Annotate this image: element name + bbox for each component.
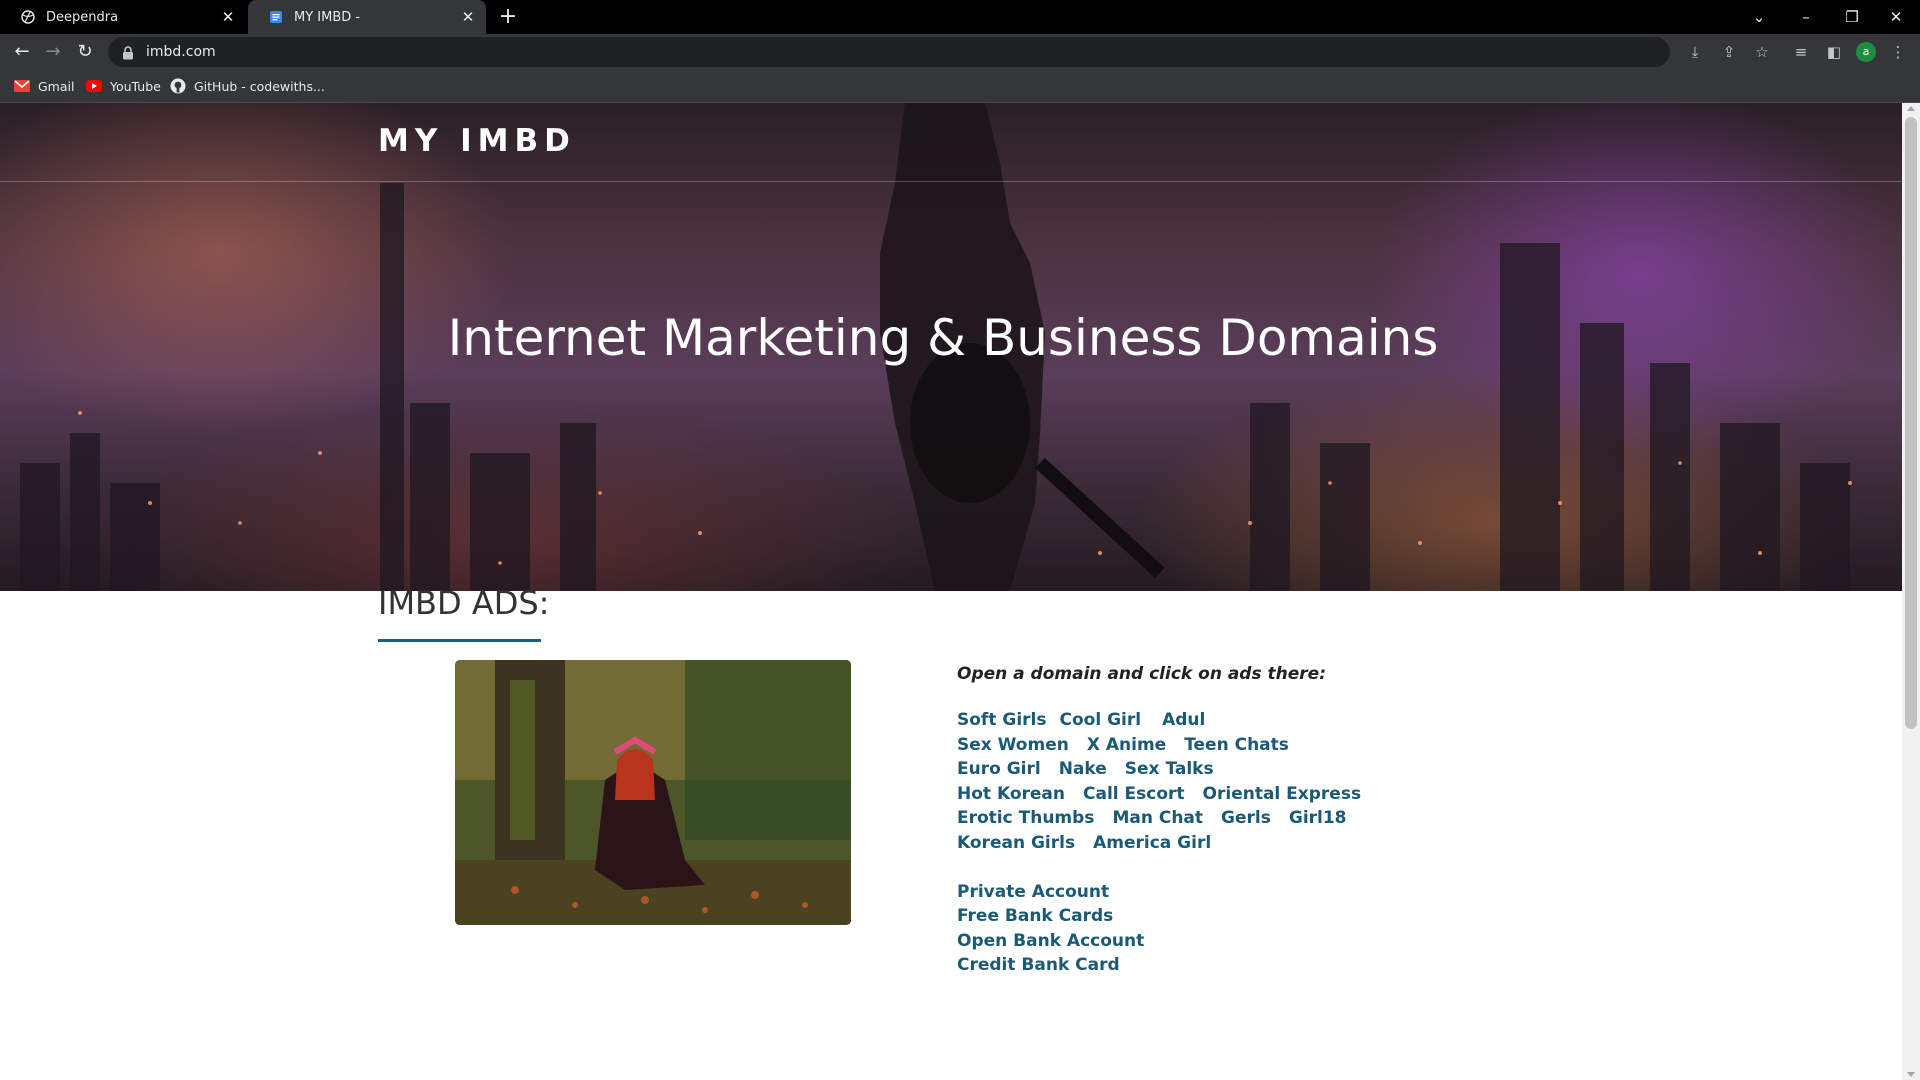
ad-link[interactable]: Call Escort [1083,784,1185,804]
web-page: MY IMBD Internet Marketing & Business Do… [0,103,1902,1080]
ad-link[interactable]: Nake [1059,759,1107,779]
reload-icon[interactable]: ↻ [71,38,99,66]
link-row: Open Bank Account [957,931,1517,956]
ad-link[interactable]: Soft Girls [957,710,1046,730]
side-panel-icon[interactable]: ◧ [1823,41,1845,63]
ad-link[interactable]: America Girl [1093,833,1211,853]
link-row: Sex Women X Anime Teen Chats [957,735,1517,760]
account-link[interactable]: Credit Bank Card [957,955,1120,975]
media-icon[interactable]: ≡ [1790,41,1812,63]
ad-link[interactable]: Man Chat [1112,808,1203,828]
hero-banner: MY IMBD Internet Marketing & Business Do… [0,103,1902,591]
link-row: Credit Bank Card [957,955,1517,980]
tab-strip: Deependra ✕ MY IMBD - ✕ + ⌄ – ❐ ✕ [0,0,1920,34]
link-row: Private Account [957,882,1517,907]
bookmark-youtube[interactable]: YouTube [86,77,161,95]
link-row: Soft Girls Cool Girl Adul [957,710,1517,735]
scroll-down-icon[interactable] [1907,1072,1915,1077]
tab-my-imbd[interactable]: MY IMBD - ✕ [248,0,486,34]
install-icon[interactable]: ⤓ [1684,41,1706,63]
close-tab-icon[interactable]: ✕ [220,9,236,25]
tab-title: Deependra [46,9,119,25]
ad-link[interactable]: Sex Talks [1125,759,1214,779]
address-bar[interactable]: imbd.com [108,37,1670,67]
github-icon [170,78,186,94]
bookmark-label: GitHub - codewiths... [194,78,325,94]
ad-link[interactable]: Gerls [1221,808,1271,828]
globe-icon [20,9,36,25]
ad-link[interactable]: Sex Women [957,735,1069,755]
browser-window: Deependra ✕ MY IMBD - ✕ + ⌄ – ❐ ✕ ← → ↻ … [0,0,1920,1080]
bookmark-label: Gmail [38,78,75,94]
ad-link[interactable]: Teen Chats [1184,735,1289,755]
forest-woman-image [455,660,851,925]
link-row: Euro Girl Nake Sex Talks [957,759,1517,784]
link-row: Free Bank Cards [957,906,1517,931]
ad-link[interactable]: Erotic Thumbs [957,808,1094,828]
new-tab-button[interactable]: + [496,6,520,28]
ad-links: Soft Girls Cool Girl Adul Sex Women X Anime… [957,710,1517,980]
bookmark-github[interactable]: GitHub - codewiths... [170,77,325,95]
ad-photo [455,660,851,925]
bookmark-label: YouTube [110,78,161,94]
account-link[interactable]: Open Bank Account [957,931,1144,951]
ad-link[interactable]: Hot Korean [957,784,1065,804]
section-title: IMBD ADS: [378,584,550,622]
scroll-up-icon[interactable] [1907,106,1915,111]
hero-headline: Internet Marketing & Business Domains [447,309,1439,367]
ad-link[interactable]: Cool Girl [1059,710,1141,730]
gmail-icon [14,78,30,94]
close-tab-icon[interactable]: ✕ [460,9,476,25]
ad-link[interactable]: Euro Girl [957,759,1041,779]
minimize-icon[interactable]: – [1792,4,1820,30]
ad-link[interactable]: Oriental Express [1203,784,1362,804]
close-window-icon[interactable]: ✕ [1882,4,1910,30]
document-icon [268,9,284,25]
site-logo[interactable]: MY IMBD [378,123,576,159]
ad-link[interactable]: Korean Girls [957,833,1075,853]
account-link[interactable]: Private Account [957,882,1109,902]
ad-link[interactable]: Adul [1162,710,1205,730]
browser-toolbar: ← → ↻ imbd.com ⤓ ⇪ ☆ ≡ ◧ a ⋮ [0,34,1920,70]
tab-search-icon[interactable]: ⌄ [1745,4,1773,30]
ad-link[interactable]: Girl18 [1289,808,1347,828]
profile-avatar[interactable]: a [1856,42,1876,62]
tab-title: MY IMBD - [294,9,361,25]
share-icon[interactable]: ⇪ [1718,41,1740,63]
intro-text: Open a domain and click on ads there: [957,664,1326,684]
page-scrollbar[interactable] [1902,103,1920,1080]
tab-deependra[interactable]: Deependra ✕ [0,0,246,34]
bookmark-star-icon[interactable]: ☆ [1751,41,1773,63]
back-icon[interactable]: ← [8,38,36,66]
bookmarks-bar: Gmail YouTube GitHub - codewiths... [0,70,1920,103]
scroll-thumb[interactable] [1905,117,1917,729]
url-text: imbd.com [146,44,216,60]
ad-link[interactable]: X Anime [1087,735,1166,755]
menu-icon[interactable]: ⋮ [1887,41,1909,63]
link-row: Erotic Thumbs Man Chat Gerls Girl18 [957,808,1517,833]
youtube-icon [86,78,102,94]
account-link[interactable]: Free Bank Cards [957,906,1113,926]
header-divider [0,181,1902,182]
bookmark-gmail[interactable]: Gmail [14,77,74,95]
link-row: Korean Girls America Girl [957,833,1517,858]
forward-icon[interactable]: → [39,38,67,66]
section-underline [378,639,541,642]
restore-icon[interactable]: ❐ [1838,4,1866,30]
lock-icon [122,45,136,60]
link-row: Hot Korean Call Escort Oriental Express [957,784,1517,809]
